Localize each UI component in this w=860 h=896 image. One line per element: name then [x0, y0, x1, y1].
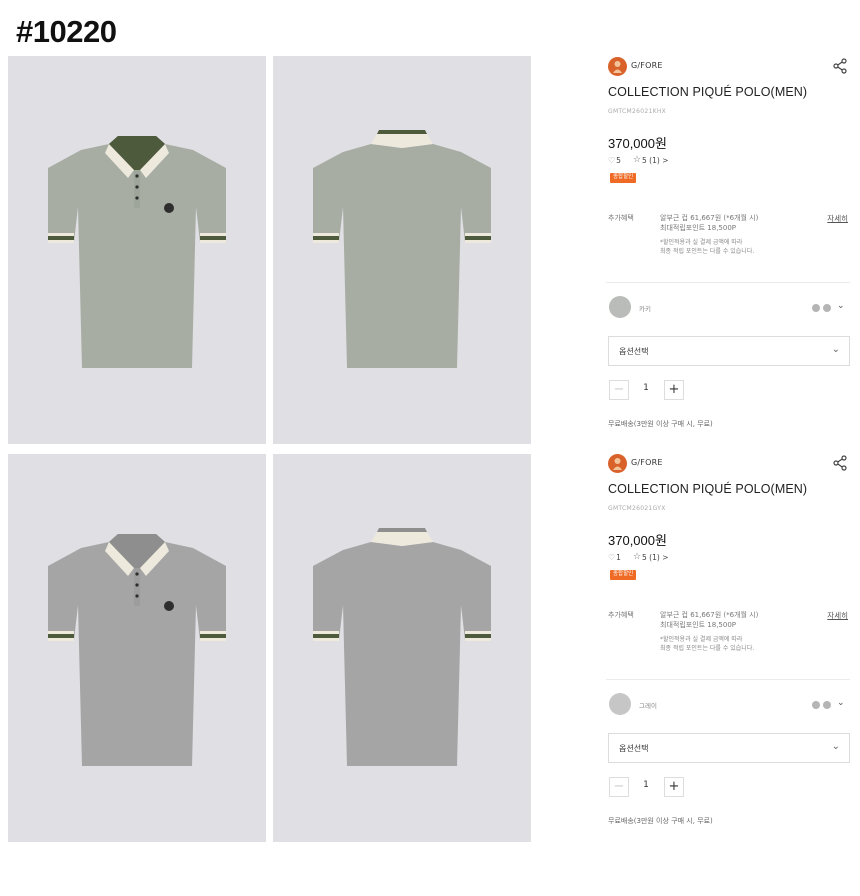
benefit-note: *할인적용과 실 결제 금액에 따라 최종 적립 포인트는 다를 수 있습니다. [660, 238, 754, 256]
divider [606, 282, 850, 283]
heart-icon[interactable]: ♡ [608, 553, 615, 562]
product-photo-grey-back[interactable] [273, 454, 531, 842]
benefit-note-line: *할인적용과 실 결제 금액에 따라 [660, 636, 743, 643]
polo-shirt-front-image [48, 534, 226, 766]
color-dot[interactable] [812, 304, 820, 312]
shipping-info: 무료배송(3만원 이상 구매 시, 무료) [608, 420, 713, 428]
product-photo-khaki-front[interactable] [8, 56, 266, 444]
option-select-label: 옵션선택 [619, 744, 649, 753]
color-swatch[interactable] [609, 693, 631, 715]
quantity-value: 1 [643, 383, 649, 393]
product-code: GMTCM26021KHX [608, 108, 667, 115]
brand-name[interactable]: G/FORE [631, 61, 663, 70]
quantity-plus-button[interactable]: + [664, 777, 684, 797]
product-info-panel: G/FORE COLLECTION PIQUÉ POLO(MEN) GMTCM2… [606, 56, 850, 440]
benefit-text: 알부근 컵 61,667원 (*6개월 시) 최대적립포인트 18,500P [660, 213, 758, 233]
brand-row: G/FORE [606, 453, 850, 475]
rating-link[interactable]: 5 (1) > [642, 156, 668, 165]
installment-line: 알부근 컵 61,667원 (*6개월 시) [660, 214, 759, 222]
product-photo-grey-front[interactable] [8, 454, 266, 842]
share-icon[interactable] [832, 455, 848, 471]
rating-link[interactable]: 5 (1) > [642, 553, 668, 562]
product-stats: ♡1 ☆5 (1) > [608, 552, 668, 562]
quantity-minus-button[interactable]: − [609, 380, 629, 400]
color-dot[interactable] [812, 701, 820, 709]
brand-name[interactable]: G/FORE [631, 458, 663, 467]
product-price: 370,000원 [608, 136, 667, 151]
brand-logo[interactable] [608, 57, 627, 76]
quantity-minus-button[interactable]: − [609, 777, 629, 797]
installment-line: 알부근 컵 61,667원 (*6개월 시) [660, 611, 759, 619]
chevron-down-icon: ⌄ [831, 741, 840, 752]
benefit-label: 추가혜택 [608, 214, 634, 222]
star-icon: ☆ [632, 155, 642, 165]
benefit-text: 알부근 컵 61,667원 (*6개월 시) 최대적립포인트 18,500P [660, 610, 758, 630]
product-title: COLLECTION PIQUÉ POLO(MEN) [608, 482, 808, 496]
share-icon[interactable] [832, 58, 848, 74]
color-dot[interactable] [823, 701, 831, 709]
star-icon: ☆ [632, 552, 642, 562]
chevron-down-icon[interactable]: ⌄ [837, 698, 845, 708]
benefit-note-line: *할인적용과 실 결제 금액에 따라 [660, 239, 743, 246]
product-stats: ♡5 ☆5 (1) > [608, 155, 668, 165]
product-code: GMTCM26021GYX [608, 505, 666, 512]
chevron-down-icon: ⌄ [831, 344, 840, 355]
color-name: 그레이 [639, 702, 657, 710]
color-options[interactable]: ⌄ [812, 301, 848, 313]
color-name: 카키 [639, 305, 651, 313]
brand-row: G/FORE [606, 56, 850, 78]
like-count: 1 [616, 552, 621, 562]
option-select-label: 옵션선택 [619, 347, 649, 356]
product-price: 370,000원 [608, 533, 667, 548]
benefit-note: *할인적용과 실 결제 금액에 따라 최종 적립 포인트는 다를 수 있습니다. [660, 635, 754, 653]
polo-shirt-front-image [48, 136, 226, 368]
color-options[interactable]: ⌄ [812, 698, 848, 710]
discount-badge: 종합할인 [610, 570, 637, 580]
brand-logo[interactable] [608, 454, 627, 473]
polo-shirt-back-image [313, 130, 491, 368]
points-line: 최대적립포인트 18,500P [660, 224, 737, 232]
color-swatch[interactable] [609, 296, 631, 318]
divider [606, 679, 850, 680]
color-dot[interactable] [823, 304, 831, 312]
discount-badge: 종합할인 [610, 173, 637, 183]
polo-shirt-back-image [313, 528, 491, 766]
quantity-plus-button[interactable]: + [664, 380, 684, 400]
points-line: 최대적립포인트 18,500P [660, 621, 737, 629]
benefit-label: 추가혜택 [608, 611, 634, 619]
detail-link[interactable]: 자세히 [827, 213, 848, 224]
like-count: 5 [616, 155, 621, 165]
product-info-panel: G/FORE COLLECTION PIQUÉ POLO(MEN) GMTCM2… [606, 453, 850, 837]
option-select[interactable]: 옵션선택 ⌄ [608, 336, 850, 366]
page-id-label: #10220 [16, 14, 117, 49]
product-photo-khaki-back[interactable] [273, 56, 531, 444]
shipping-info: 무료배송(3만원 이상 구매 시, 무료) [608, 817, 713, 825]
benefit-note-line: 최종 적립 포인트는 다를 수 있습니다. [660, 645, 755, 652]
benefit-note-line: 최종 적립 포인트는 다를 수 있습니다. [660, 248, 755, 255]
chevron-down-icon[interactable]: ⌄ [837, 301, 845, 311]
detail-link[interactable]: 자세히 [827, 610, 848, 621]
quantity-value: 1 [643, 780, 649, 790]
option-select[interactable]: 옵션선택 ⌄ [608, 733, 850, 763]
product-title: COLLECTION PIQUÉ POLO(MEN) [608, 85, 808, 99]
heart-icon[interactable]: ♡ [608, 156, 615, 165]
